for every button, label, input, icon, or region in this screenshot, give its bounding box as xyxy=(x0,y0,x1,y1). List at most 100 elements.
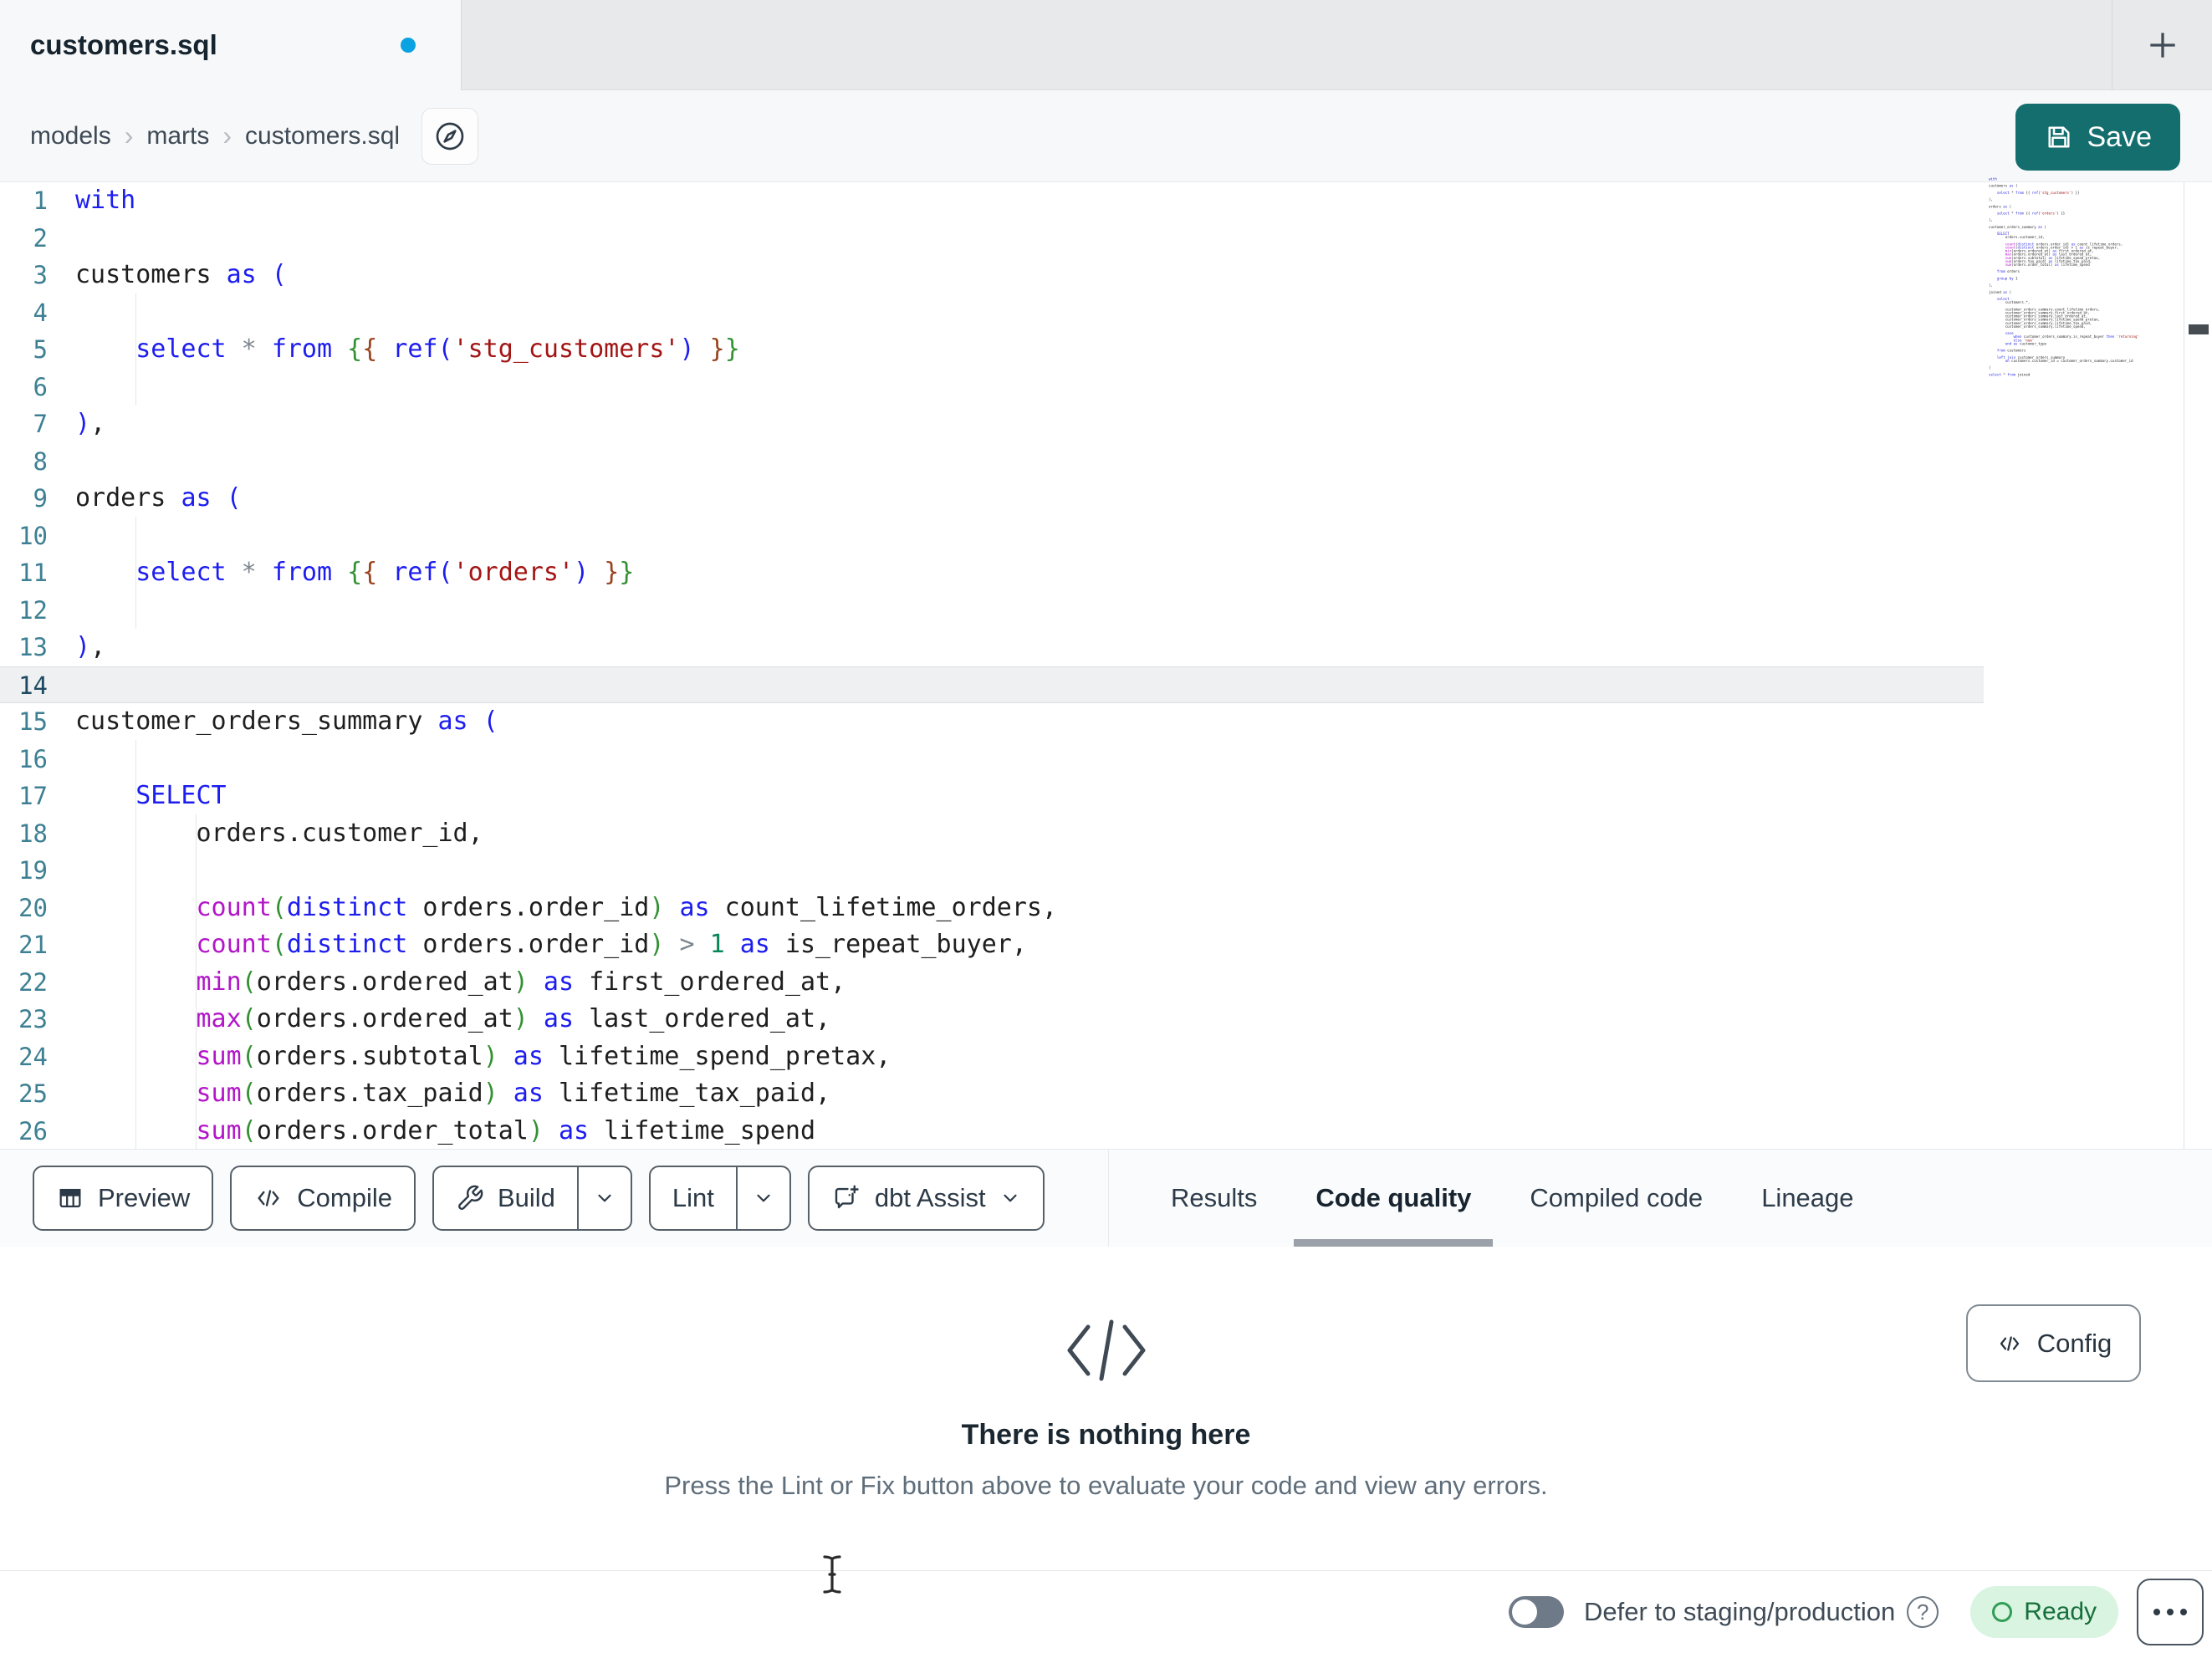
code-text: sum(orders.tax_paid) as lifetime_tax_pai… xyxy=(196,1079,831,1108)
code-line[interactable]: 2 xyxy=(0,220,1984,258)
code-line[interactable]: 24 sum(orders.subtotal) as lifetime_spen… xyxy=(0,1038,1984,1076)
config-button[interactable]: Config xyxy=(1966,1304,2141,1382)
ellipsis-icon xyxy=(2167,1609,2174,1615)
lint-menu-button[interactable] xyxy=(735,1167,789,1229)
preview-button-body: Preview xyxy=(34,1167,212,1229)
code-line[interactable]: 18 orders.customer_id, xyxy=(0,815,1984,853)
line-number: 19 xyxy=(18,856,48,885)
code-line[interactable]: 3 customers as ( xyxy=(0,257,1984,294)
status-bar: Defer to staging/production ? Ready xyxy=(0,1570,2212,1653)
code-line[interactable]: 6 xyxy=(0,369,1984,406)
tab-compiled-code[interactable]: Compiled code xyxy=(1530,1150,1703,1247)
chevron-down-icon xyxy=(598,1194,611,1202)
compile-button[interactable]: Compile xyxy=(230,1166,416,1231)
line-number: 14 xyxy=(18,671,48,700)
code-text: max(orders.ordered_at) as last_ordered_a… xyxy=(196,1004,831,1033)
line-number: 21 xyxy=(18,931,48,959)
new-tab-button[interactable] xyxy=(2127,0,2199,90)
table-grid-icon xyxy=(59,1188,81,1208)
code-text: customers as ( xyxy=(75,260,287,289)
code-text: customer_orders_summary as ( xyxy=(75,707,498,736)
code-line[interactable]: 26 sum(orders.order_total) as lifetime_s… xyxy=(0,1113,1984,1150)
code-line[interactable]: 23 max(orders.ordered_at) as last_ordere… xyxy=(0,1001,1984,1038)
tab-lineage[interactable]: Lineage xyxy=(1761,1150,1853,1247)
circle-outline-icon xyxy=(1992,1602,2013,1622)
code-lines: 1 with 2 3 customers as (4 5 select * from {{… xyxy=(0,182,1984,1150)
line-number: 5 xyxy=(33,335,48,364)
line-number: 18 xyxy=(18,819,48,848)
line-number: 23 xyxy=(18,1005,48,1033)
ellipsis-icon xyxy=(2180,1609,2187,1615)
code-line[interactable]: 5 select * from {{ ref('stg_customers') … xyxy=(0,331,1984,369)
file-tab-customers-sql[interactable]: customers.sql xyxy=(0,0,462,90)
code-line[interactable]: 17 SELECT xyxy=(0,778,1984,815)
tab-results[interactable]: Results xyxy=(1171,1150,1257,1247)
editor-tab-bar: customers.sql xyxy=(0,0,2212,90)
code-line[interactable]: 7), xyxy=(0,406,1984,443)
breadcrumb-item-models[interactable]: models xyxy=(30,122,111,151)
code-text: orders as ( xyxy=(75,483,242,513)
dbt-assist-button-body: dbt Assist xyxy=(810,1167,1043,1229)
line-number: 8 xyxy=(33,446,48,476)
chevron-down-icon xyxy=(1004,1194,1017,1202)
chevron-down-icon xyxy=(757,1194,770,1202)
code-text: select * from {{ ref('stg_customers') }} xyxy=(135,334,740,364)
status-badge[interactable]: Ready xyxy=(1970,1586,2118,1638)
code-text: orders.customer_id, xyxy=(75,818,483,848)
lint-button-label: Lint xyxy=(672,1183,714,1212)
code-line[interactable]: 14 xyxy=(0,666,1984,703)
tab-code-quality[interactable]: Code quality xyxy=(1294,1150,1494,1247)
breadcrumb-separator: › xyxy=(124,120,134,151)
line-number: 22 xyxy=(18,967,48,997)
defer-toggle[interactable] xyxy=(1509,1596,1565,1628)
code-empty-icon xyxy=(1063,1317,1150,1388)
code-line[interactable]: 10 xyxy=(0,518,1984,555)
overflow-menu-button[interactable] xyxy=(2137,1579,2204,1645)
build-menu-button[interactable] xyxy=(576,1167,631,1229)
line-number: 2 xyxy=(33,223,48,253)
empty-state-title: There is nothing here xyxy=(961,1419,1251,1451)
line-number: 17 xyxy=(18,782,48,810)
build-button[interactable]: Build xyxy=(432,1166,632,1231)
code-editor[interactable]: 1 with 2 3 customers as (4 5 select * from {{… xyxy=(0,177,2212,1150)
minimap[interactable]: with customers as ( select * from {{ ref… xyxy=(1989,177,2183,381)
code-line[interactable]: 4 xyxy=(0,294,1984,332)
code-line[interactable]: 25 sum(orders.tax_paid) as lifetime_tax_… xyxy=(0,1075,1984,1113)
breadcrumb-item-file[interactable]: customers.sql xyxy=(245,122,400,151)
save-button[interactable]: Save xyxy=(2015,104,2180,171)
compass-icon xyxy=(436,122,464,150)
code-line[interactable]: 9 orders as ( xyxy=(0,480,1984,518)
code-line[interactable]: 20 count(distinct orders.order_id) as co… xyxy=(0,890,1984,927)
line-number: 20 xyxy=(18,893,48,922)
code-line[interactable]: 12 xyxy=(0,592,1984,630)
code-line[interactable]: 15 customer_orders_summary as ( xyxy=(0,703,1984,741)
line-number: 4 xyxy=(33,298,48,327)
help-icon[interactable]: ? xyxy=(1907,1596,1939,1628)
dbt-assist-button[interactable]: dbt Assist xyxy=(807,1166,1045,1231)
code-quality-panel: There is nothing here Press the Lint or … xyxy=(0,1247,2212,1570)
preview-button[interactable]: Preview xyxy=(33,1166,214,1231)
preview-button-label: Preview xyxy=(98,1183,191,1212)
status-badge-label: Ready xyxy=(2024,1598,2097,1625)
code-line[interactable]: 22 min(orders.ordered_at) as first_order… xyxy=(0,964,1984,1002)
code-text: count(distinct orders.order_id) > 1 as i… xyxy=(196,930,1027,959)
code-line[interactable]: 13), xyxy=(0,629,1984,666)
build-button-body: Build xyxy=(434,1167,577,1229)
code-icon xyxy=(258,1190,279,1207)
lint-button[interactable]: Lint xyxy=(648,1166,791,1231)
line-number: 16 xyxy=(18,744,48,773)
code-line[interactable]: 16 xyxy=(0,741,1984,778)
compile-button-label: Compile xyxy=(297,1183,392,1212)
empty-state-subtitle: Press the Lint or Fix button above to ev… xyxy=(664,1471,1548,1500)
code-line[interactable]: 8 xyxy=(0,443,1984,481)
code-text: min(orders.ordered_at) as first_ordered_… xyxy=(196,967,846,997)
code-line[interactable]: 1 with xyxy=(0,182,1984,220)
breadcrumb-item-marts[interactable]: marts xyxy=(146,122,209,151)
code-text: select * from {{ ref('orders') }} xyxy=(135,558,635,587)
scrollbar-thumb[interactable] xyxy=(2189,324,2209,334)
code-line[interactable]: 21 count(distinct orders.order_id) > 1 a… xyxy=(0,926,1984,964)
locate-in-tree-button[interactable] xyxy=(421,107,479,165)
code-line[interactable]: 19 xyxy=(0,852,1984,890)
code-text: SELECT xyxy=(135,781,227,810)
code-line[interactable]: 11 select * from {{ ref('orders') }} xyxy=(0,554,1984,592)
